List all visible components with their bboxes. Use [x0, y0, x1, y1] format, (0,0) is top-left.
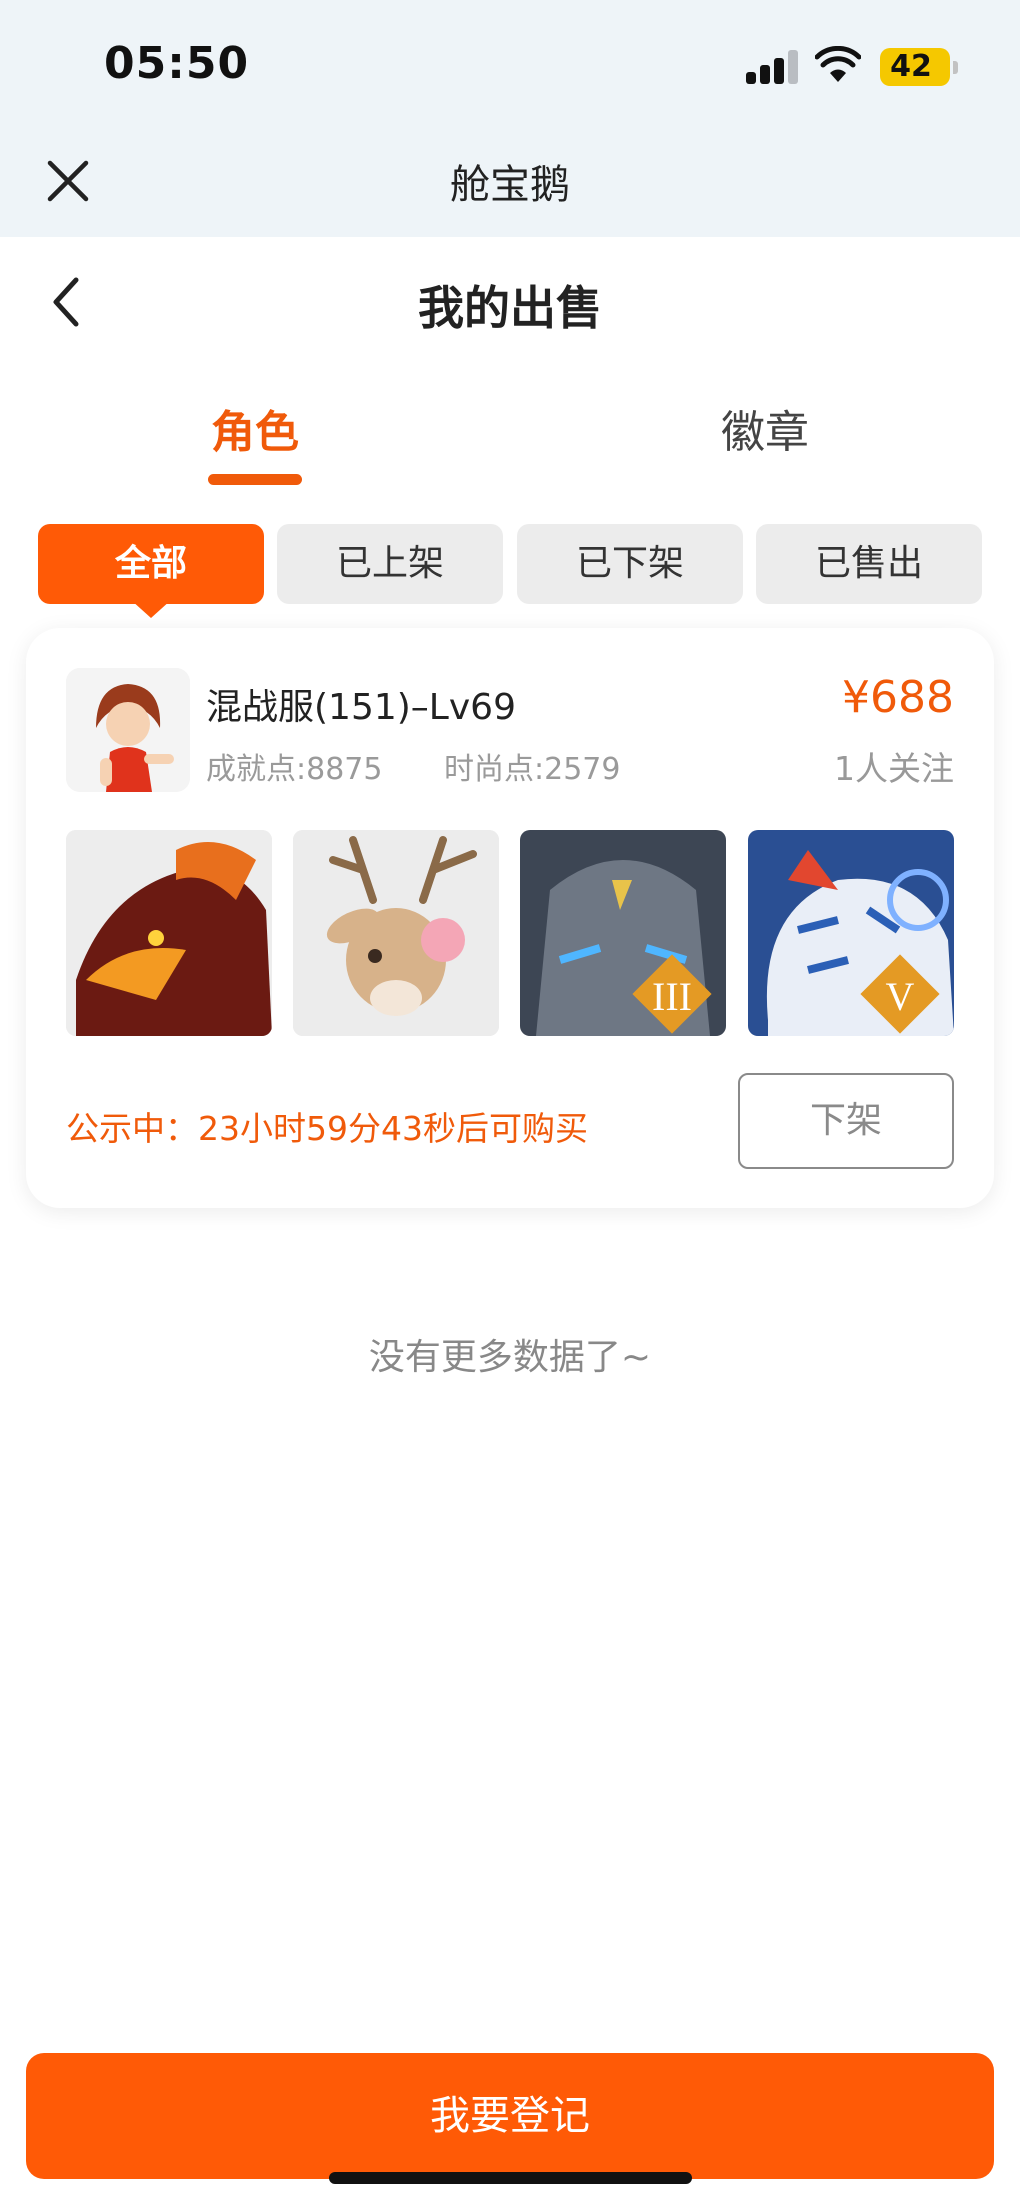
- top-bar: 05:50 42 舱宝鹅: [0, 0, 1020, 237]
- tab-badge[interactable]: 徽章: [690, 396, 840, 460]
- listing-price: ¥688: [842, 672, 954, 723]
- no-more-data: 没有更多数据了~: [368, 1337, 652, 1378]
- page-title: 我的出售: [418, 281, 602, 335]
- listing-title: 混战服(151)–Lv69: [206, 687, 516, 728]
- filter-delisted[interactable]: 已下架: [517, 524, 743, 604]
- battery-icon: 42: [880, 48, 958, 86]
- thumbnail-tier-5: V: [886, 974, 915, 1019]
- status-time: 05:50: [104, 38, 250, 89]
- mini-program-title: 舱宝鹅: [450, 162, 570, 208]
- white-tiger-pet-icon[interactable]: V: [748, 830, 954, 1036]
- fashion-points: 时尚点:2579: [444, 752, 621, 787]
- achievement-points: 成就点:8875: [206, 752, 383, 787]
- listing-card[interactable]: 混战服(151)–Lv69 成就点:8875 时尚点:2579 ¥688 1人关…: [26, 628, 994, 1208]
- stone-golem-pet-icon[interactable]: III: [520, 830, 726, 1036]
- home-indicator: [329, 2172, 692, 2184]
- dragon-pet-icon[interactable]: [66, 830, 272, 1036]
- filter-listed[interactable]: 已上架: [277, 524, 503, 604]
- page: 05:50 42 舱宝鹅 我的出售 角色 徽章 全部 已上架 已下架 已售出 混…: [0, 0, 1020, 2207]
- filter-sold[interactable]: 已售出: [756, 524, 982, 604]
- wifi-icon: [815, 46, 861, 82]
- filter-pointer: [131, 600, 171, 618]
- cellular-signal-icon: [746, 50, 798, 84]
- tab-role[interactable]: 角色: [180, 396, 330, 460]
- battery-level: 42: [890, 49, 932, 84]
- tab-active-indicator: [208, 474, 302, 485]
- delist-button[interactable]: 下架: [738, 1073, 954, 1169]
- thumbnail-tier-3: III: [652, 974, 692, 1019]
- filter-all[interactable]: 全部: [38, 524, 264, 604]
- character-avatar: [66, 668, 190, 792]
- follower-count: 1人关注: [834, 749, 954, 788]
- publicity-notice: 公示中：23小时59分43秒后可购买: [66, 1109, 588, 1148]
- register-button[interactable]: 我要登记: [26, 2053, 994, 2179]
- deer-pet-icon[interactable]: [293, 830, 499, 1036]
